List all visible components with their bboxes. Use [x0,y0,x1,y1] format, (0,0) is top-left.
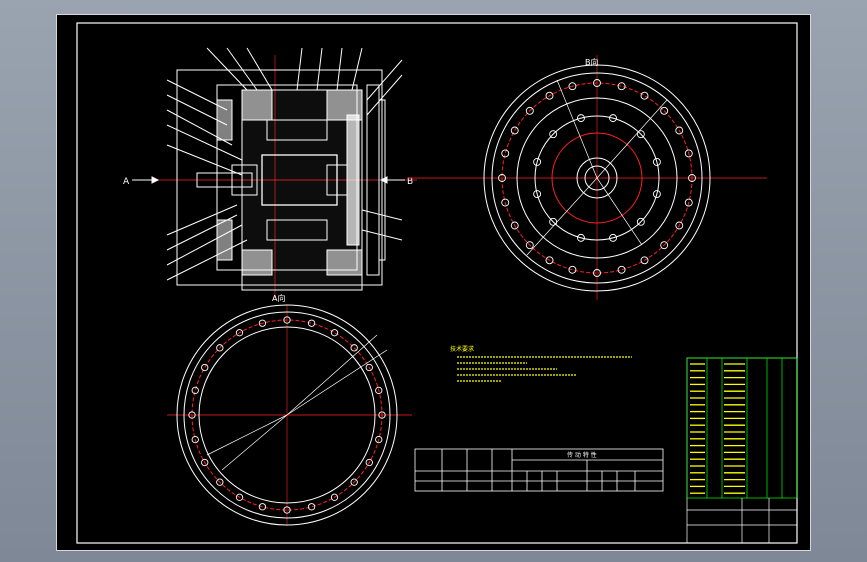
section-view [132,47,417,300]
sheet-frame [76,22,798,544]
bolt-hole [568,265,577,274]
view-label-bottom: A向 [272,293,285,303]
bolt-hole [258,503,267,511]
notes-lines [457,356,632,382]
title-block-rows [690,363,745,494]
bolt-hole [510,126,519,135]
cad-drawing-viewport[interactable]: A B A向 B向 技术要求 传 动 特 性 [56,14,811,551]
flange-view-lower [167,304,412,526]
section-arrow-a: A [123,177,130,187]
bolt-hole [330,329,339,337]
bolt-hole [640,91,649,100]
notes-heading: 技术要求 [450,345,474,353]
drawing-sheet: A B A向 B向 技术要求 传 动 特 性 [76,22,798,544]
bolt-hole [350,344,358,352]
param-table-title: 传 动 特 性 [567,451,597,459]
bolt-hole [191,386,199,395]
flange-view-right [407,55,767,300]
bolt-hole [201,363,209,372]
bolt-hole [660,106,669,115]
title-block [686,357,798,544]
bolt-hole [617,265,626,274]
bolt-hole [307,503,316,511]
bolt-hole [501,149,510,158]
section-arrow-b: B [407,177,413,187]
view-label-right: B向 [585,57,599,67]
param-table [414,448,664,492]
